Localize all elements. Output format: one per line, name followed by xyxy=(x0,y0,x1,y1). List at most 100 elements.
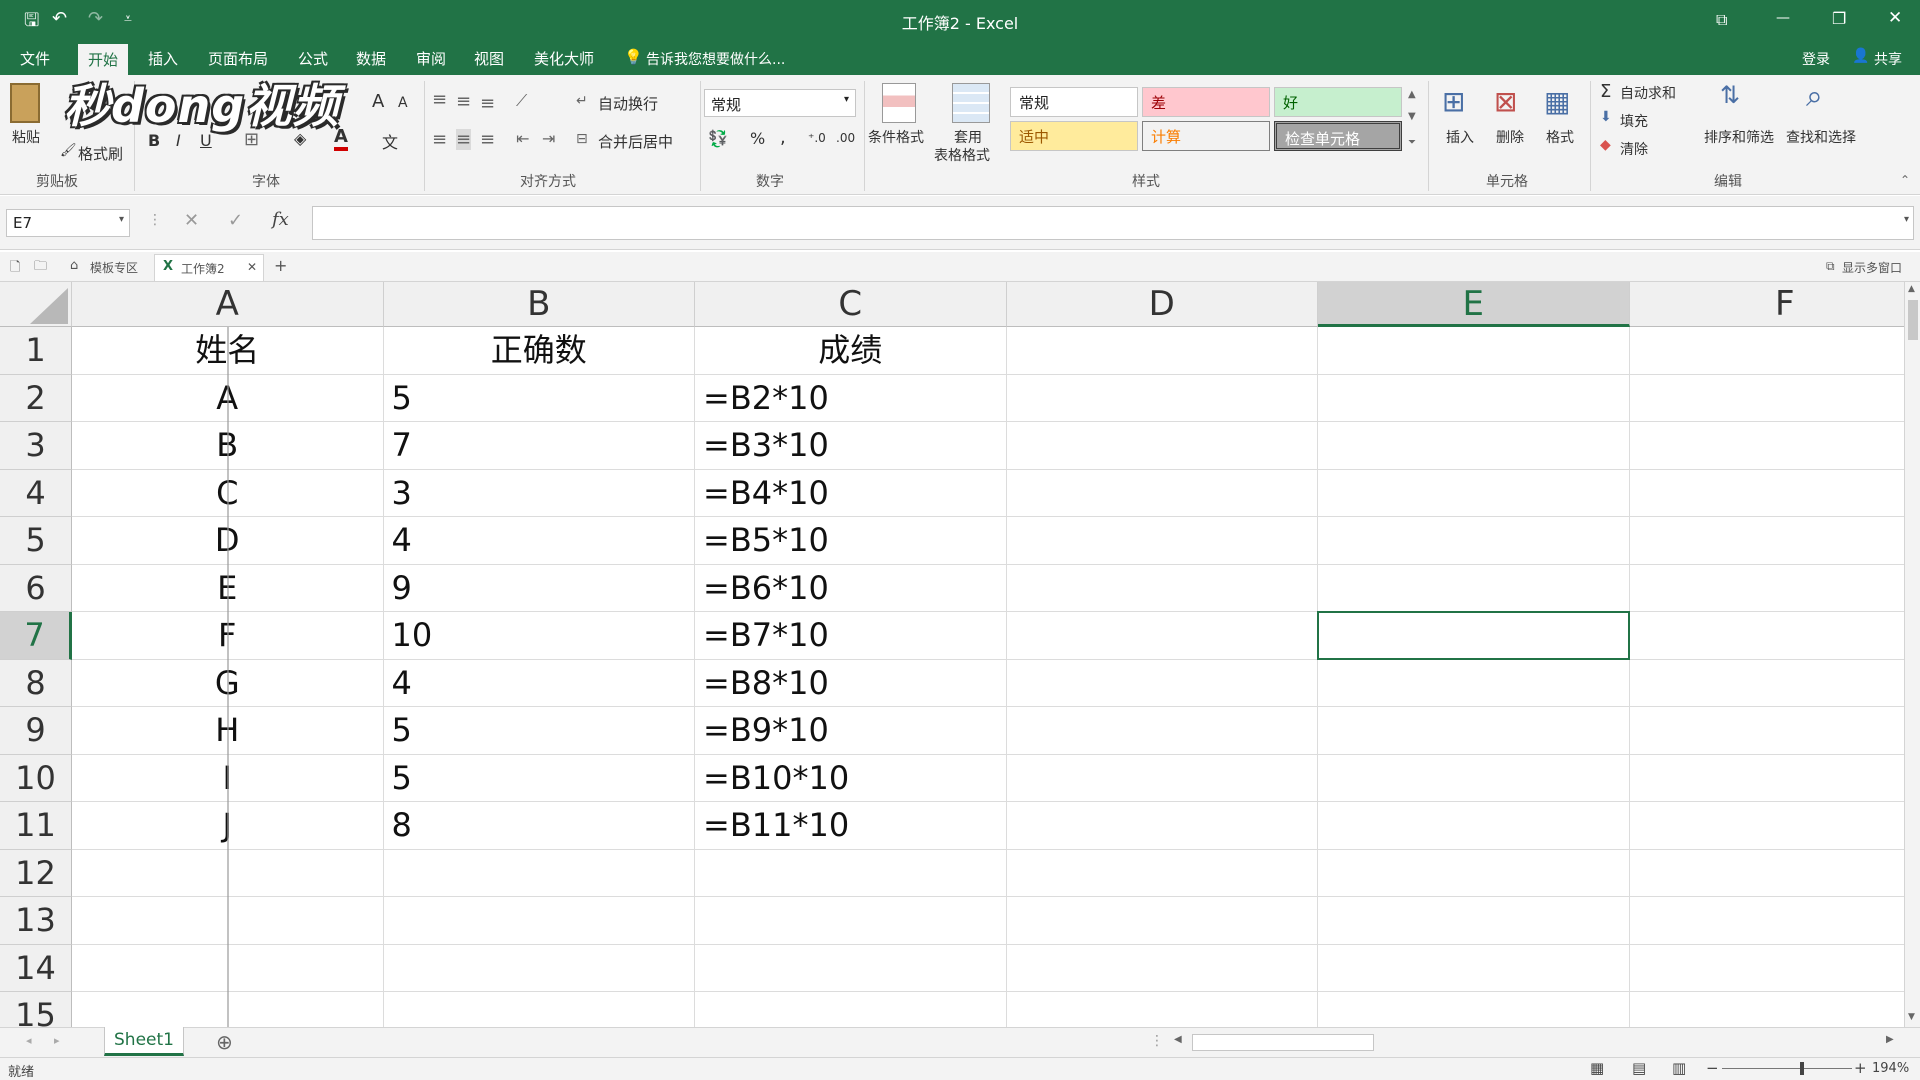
grow-font-button[interactable]: A xyxy=(372,91,384,112)
cell-c6[interactable]: =B6*10 xyxy=(695,564,1007,612)
sign-in-link[interactable]: 登录 xyxy=(1802,49,1830,69)
style-calculation[interactable]: 计算 xyxy=(1142,121,1270,151)
zoom-out-button[interactable]: − xyxy=(1706,1059,1719,1077)
cell-c8[interactable]: =B8*10 xyxy=(695,659,1007,707)
cell-c10[interactable]: =B10*10 xyxy=(695,754,1007,802)
row-header[interactable]: 11 xyxy=(0,802,72,850)
format-as-table-button[interactable]: 套用 xyxy=(954,127,982,147)
cell-c1[interactable]: 成绩 xyxy=(695,327,1007,375)
cell-e1[interactable] xyxy=(1318,327,1630,375)
insert-cells-icon[interactable]: ⊞ xyxy=(1442,85,1465,118)
page-break-view-icon[interactable]: ▥ xyxy=(1672,1059,1686,1077)
cell-c4[interactable]: =B4*10 xyxy=(695,469,1007,517)
style-normal[interactable]: 常规 xyxy=(1010,87,1138,117)
expand-formula-bar-icon[interactable]: ▾ xyxy=(1904,214,1909,225)
cell-a1[interactable]: 姓名 xyxy=(72,327,384,375)
cell-a12[interactable] xyxy=(72,849,384,897)
cell-c7[interactable]: =B7*10 xyxy=(695,612,1007,660)
styles-more-icon[interactable]: ⏷ xyxy=(1408,137,1416,148)
cell-d8[interactable] xyxy=(1006,659,1318,707)
clear-button[interactable]: 清除 xyxy=(1620,139,1648,159)
cell-d14[interactable] xyxy=(1006,944,1318,992)
collapse-ribbon-icon[interactable]: ⌃ xyxy=(1900,173,1910,187)
percent-button[interactable]: % xyxy=(750,129,765,148)
cell-d9[interactable] xyxy=(1006,707,1318,755)
decrease-indent-icon[interactable]: ⇤ xyxy=(516,129,529,148)
cell-c12[interactable] xyxy=(695,849,1007,897)
column-header-f[interactable]: F xyxy=(1629,282,1904,327)
prev-sheet-icon[interactable]: ◂ xyxy=(26,1034,32,1047)
cell-d15[interactable] xyxy=(1007,992,1318,1027)
cell-e4[interactable] xyxy=(1318,469,1630,517)
align-right-icon[interactable]: ≡ xyxy=(480,129,495,150)
tab-formulas[interactable]: 公式 xyxy=(298,48,328,69)
cell-e10[interactable] xyxy=(1318,754,1630,802)
cell-f2[interactable] xyxy=(1629,375,1904,422)
row-header[interactable]: 7 xyxy=(0,612,72,660)
format-as-table-icon[interactable] xyxy=(952,83,990,123)
row-header[interactable]: 3 xyxy=(0,422,72,470)
cell-c5[interactable]: =B5*10 xyxy=(695,517,1007,565)
format-painter-button[interactable]: 格式刷 xyxy=(78,143,123,164)
paste-button[interactable]: 粘贴 xyxy=(12,127,40,147)
row-header[interactable]: 9 xyxy=(0,707,72,755)
tell-me-search[interactable]: 告诉我您想要做什么... xyxy=(646,49,785,69)
cell-e3[interactable] xyxy=(1318,422,1630,470)
cell-f7[interactable] xyxy=(1629,612,1904,660)
cancel-icon[interactable]: ✕ xyxy=(184,210,199,231)
autosum-button[interactable]: 自动求和 xyxy=(1620,83,1676,103)
column-header-a[interactable]: A xyxy=(72,282,384,327)
wrap-text-button[interactable]: 自动换行 xyxy=(598,93,658,114)
comma-button[interactable]: , xyxy=(780,127,786,148)
cell-a14[interactable] xyxy=(72,944,384,992)
row-header[interactable]: 2 xyxy=(0,374,72,422)
row-header[interactable]: 4 xyxy=(0,469,72,517)
delete-cells-button[interactable]: 删除 xyxy=(1496,127,1524,147)
new-sheet-button[interactable]: ⊕ xyxy=(216,1030,233,1054)
scroll-up-icon[interactable]: ▲ xyxy=(1908,284,1915,294)
zoom-slider-track[interactable] xyxy=(1722,1068,1852,1069)
cell-d2[interactable] xyxy=(1006,374,1318,422)
fill-button[interactable]: 填充 xyxy=(1620,111,1648,131)
styles-scroll-down-icon[interactable]: ▼ xyxy=(1408,111,1416,122)
cell-b7[interactable]: 10 xyxy=(383,612,695,660)
align-center-icon[interactable]: ≡ xyxy=(456,129,472,150)
cell-f9[interactable] xyxy=(1629,707,1904,755)
cell-e2[interactable] xyxy=(1318,374,1630,422)
scroll-down-icon[interactable]: ▼ xyxy=(1908,1012,1915,1022)
template-tab[interactable]: 模板专区 xyxy=(90,259,138,276)
cell-d7[interactable] xyxy=(1006,612,1318,660)
cell-f11[interactable] xyxy=(1629,802,1904,850)
row-header[interactable]: 10 xyxy=(0,754,72,802)
select-all-corner[interactable] xyxy=(0,282,72,327)
name-box[interactable]: E7 ▾ xyxy=(6,209,130,237)
cell-d5[interactable] xyxy=(1006,517,1318,565)
format-cells-button[interactable]: 格式 xyxy=(1546,127,1574,147)
zoom-in-button[interactable]: + xyxy=(1854,1059,1867,1077)
style-neutral[interactable]: 适中 xyxy=(1010,121,1138,151)
normal-view-icon[interactable]: ▦ xyxy=(1590,1059,1604,1077)
cell-f8[interactable] xyxy=(1629,660,1904,707)
cell-e12[interactable] xyxy=(1318,849,1630,897)
add-tab-icon[interactable]: + xyxy=(274,256,287,275)
open-folder-icon[interactable]: 🗀 xyxy=(34,257,47,279)
cell-e7[interactable] xyxy=(1318,612,1630,660)
shrink-font-button[interactable]: A xyxy=(398,95,408,111)
split-handle-icon[interactable]: ⋮ xyxy=(1150,1033,1164,1049)
tab-review[interactable]: 审阅 xyxy=(416,48,446,69)
increase-decimal-icon[interactable]: ⁺.0 xyxy=(808,131,826,145)
cell-b4[interactable]: 3 xyxy=(383,469,695,517)
cell-f1[interactable] xyxy=(1629,327,1904,375)
cell-c2[interactable]: =B2*10 xyxy=(695,374,1007,422)
sort-filter-button[interactable]: 排序和筛选 xyxy=(1704,127,1774,147)
conditional-format-icon[interactable] xyxy=(882,83,916,123)
cell-f13[interactable] xyxy=(1629,897,1904,945)
cell-b6[interactable]: 9 xyxy=(383,564,695,612)
horizontal-scroll-thumb[interactable] xyxy=(1192,1034,1374,1051)
cell-b11[interactable]: 8 xyxy=(383,802,695,850)
row-header[interactable]: 12 xyxy=(0,849,72,897)
cell-c3[interactable]: =B3*10 xyxy=(695,422,1007,470)
row-header[interactable]: 6 xyxy=(0,564,72,612)
align-left-icon[interactable]: ≡ xyxy=(432,129,447,150)
workbook-tab[interactable]: X 工作簿2 ✕ xyxy=(154,254,264,281)
